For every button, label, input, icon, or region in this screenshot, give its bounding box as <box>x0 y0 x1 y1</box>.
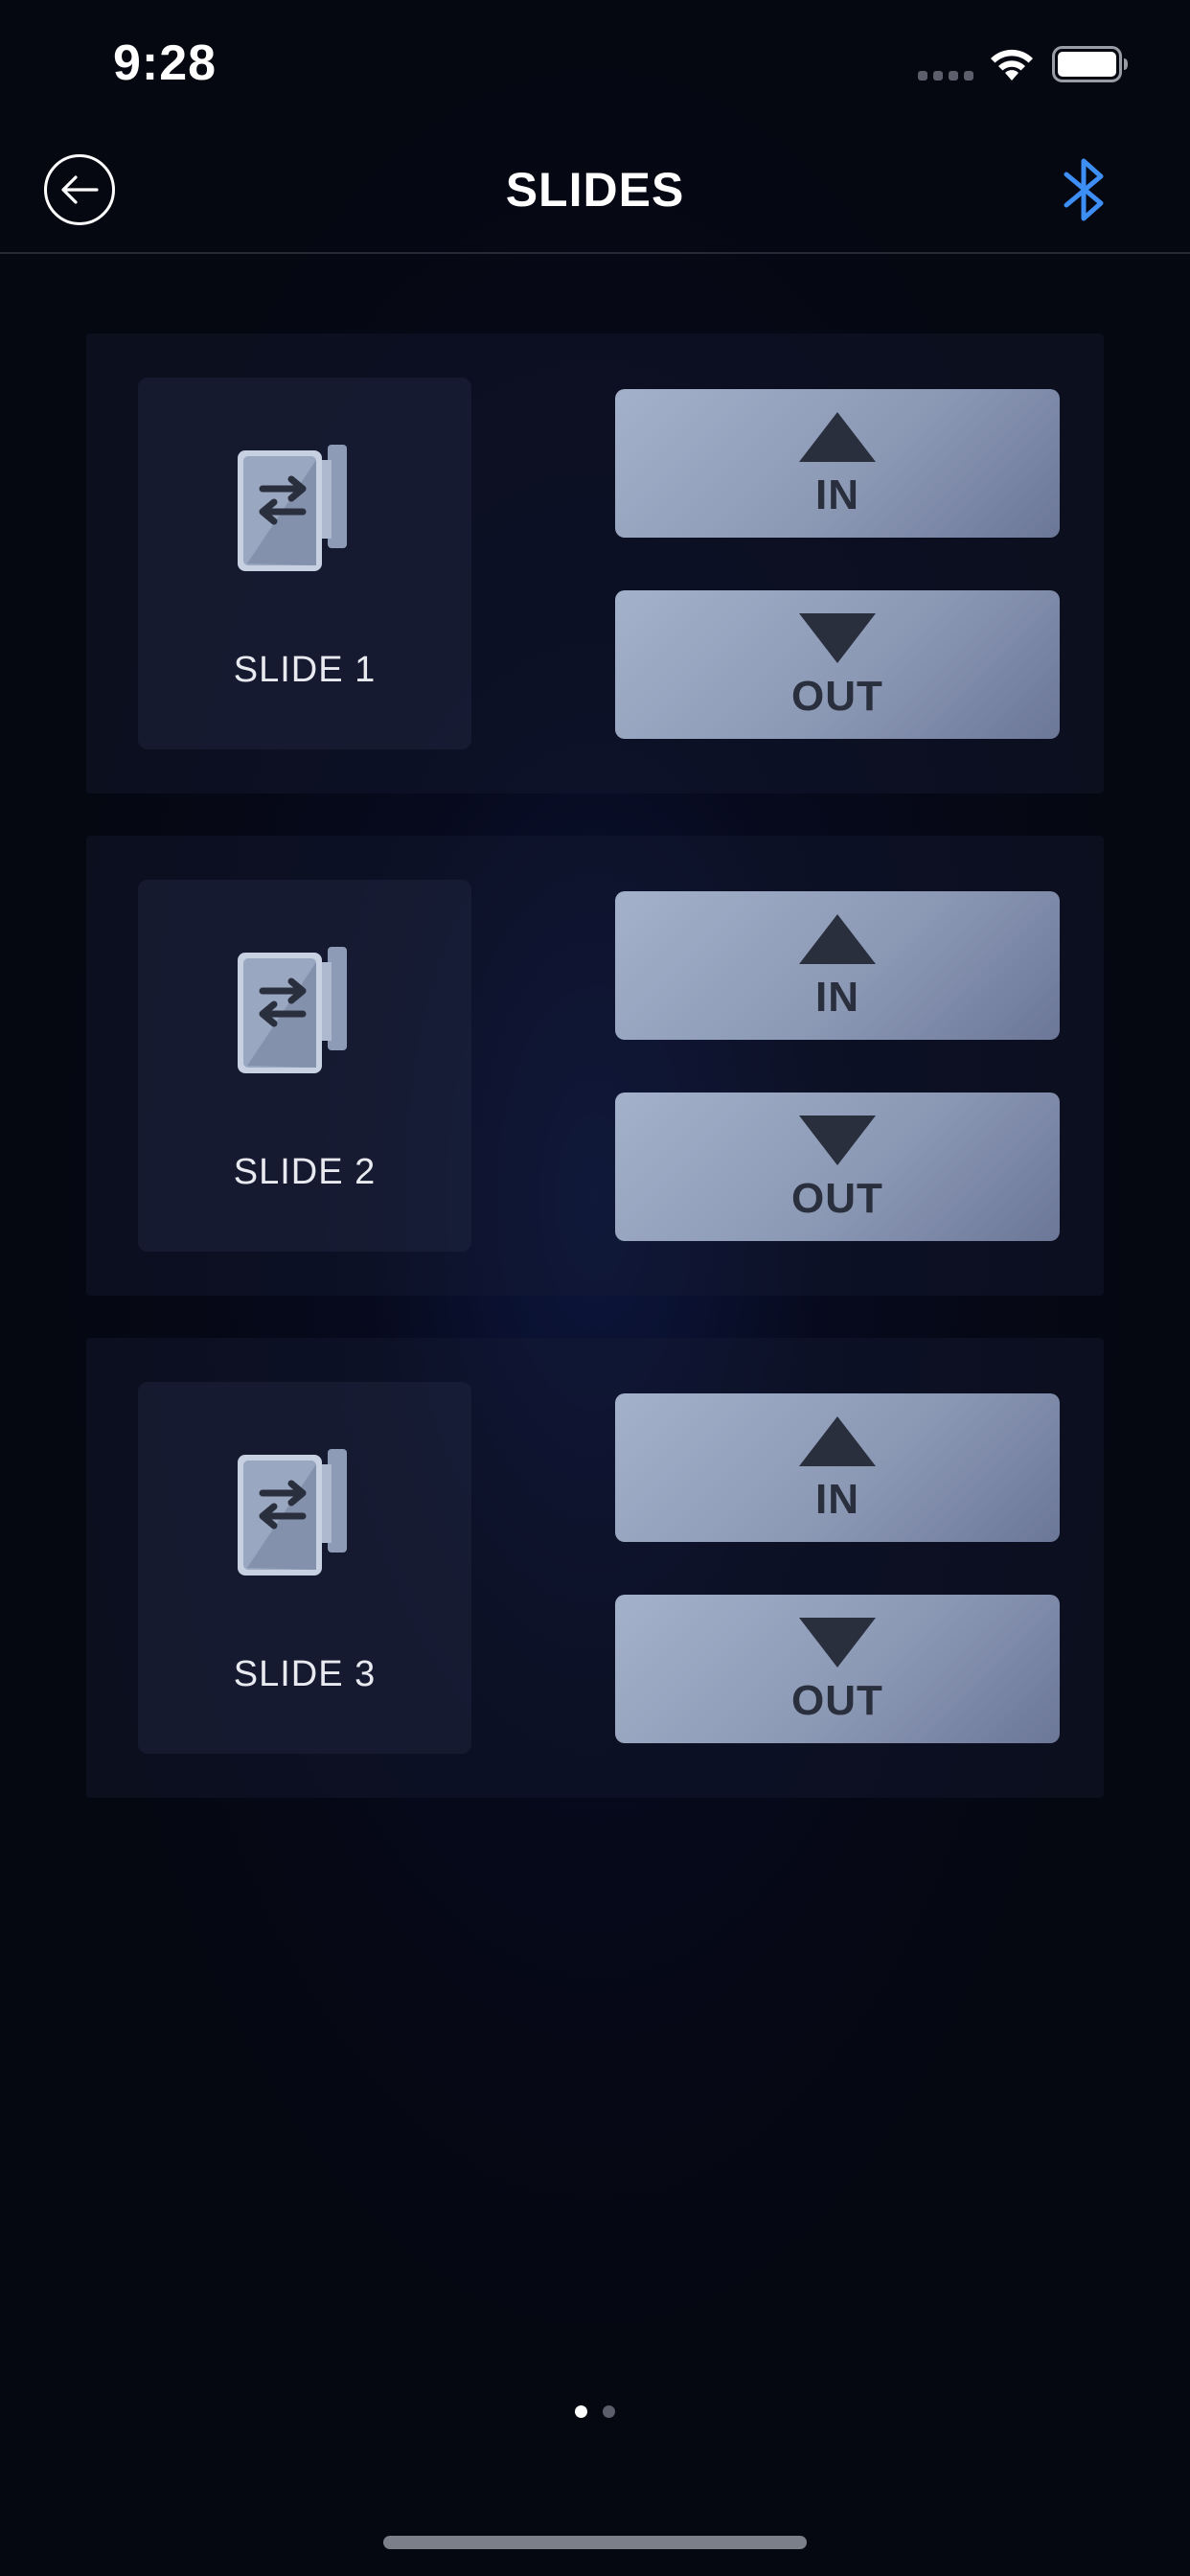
slide-card-2: SLIDE 2 IN OUT <box>86 836 1104 1296</box>
slide-info-panel: SLIDE 2 <box>138 880 471 1252</box>
slide-card-3: SLIDE 3 IN OUT <box>86 1338 1104 1798</box>
out-button-label: OUT <box>791 1175 883 1222</box>
in-button-label: IN <box>815 472 859 518</box>
slide-2-in-button[interactable]: IN <box>615 891 1060 1040</box>
page-title: SLIDES <box>505 163 685 217</box>
slide-info-panel: SLIDE 3 <box>138 1382 471 1754</box>
slide-3-out-button[interactable]: OUT <box>615 1595 1060 1743</box>
page-dot-2[interactable] <box>603 2405 615 2418</box>
out-button-label: OUT <box>791 673 883 720</box>
status-time: 9:28 <box>113 35 217 91</box>
arrow-up-icon <box>799 412 876 462</box>
bluetooth-button[interactable] <box>1054 150 1115 229</box>
page-dot-1[interactable] <box>575 2405 587 2418</box>
slide-label: SLIDE 1 <box>233 650 377 690</box>
slide-card-1: SLIDE 1 IN OUT <box>86 334 1104 794</box>
cellular-signal-icon <box>918 71 973 80</box>
page-indicator[interactable] <box>575 2405 615 2418</box>
nav-bar: SLIDES <box>0 129 1190 254</box>
in-button-label: IN <box>815 1476 859 1523</box>
slide-info-panel: SLIDE 1 <box>138 378 471 749</box>
out-button-label: OUT <box>791 1677 883 1724</box>
slide-1-out-button[interactable]: OUT <box>615 590 1060 739</box>
arrow-down-icon <box>799 613 876 663</box>
slide-out-icon <box>238 947 347 1073</box>
arrow-up-icon <box>799 914 876 964</box>
slide-out-icon <box>238 1449 347 1576</box>
slide-label: SLIDE 3 <box>233 1654 377 1694</box>
arrow-down-icon <box>799 1618 876 1668</box>
slide-out-icon <box>238 445 347 571</box>
battery-icon <box>1052 46 1128 82</box>
in-button-label: IN <box>815 974 859 1021</box>
slide-1-in-button[interactable]: IN <box>615 389 1060 538</box>
slide-2-out-button[interactable]: OUT <box>615 1092 1060 1241</box>
slide-label: SLIDE 2 <box>233 1152 377 1192</box>
arrow-up-icon <box>799 1416 876 1466</box>
home-indicator[interactable] <box>383 2536 807 2549</box>
wifi-icon <box>991 49 1033 80</box>
status-bar: 9:28 <box>0 0 1190 129</box>
slides-screen: 9:28 SLIDES SLIDE 1 IN OUT SLIDE 2 IN OU… <box>0 0 1190 2576</box>
slide-3-in-button[interactable]: IN <box>615 1393 1060 1542</box>
arrow-down-icon <box>799 1116 876 1165</box>
bluetooth-icon <box>1064 158 1104 221</box>
